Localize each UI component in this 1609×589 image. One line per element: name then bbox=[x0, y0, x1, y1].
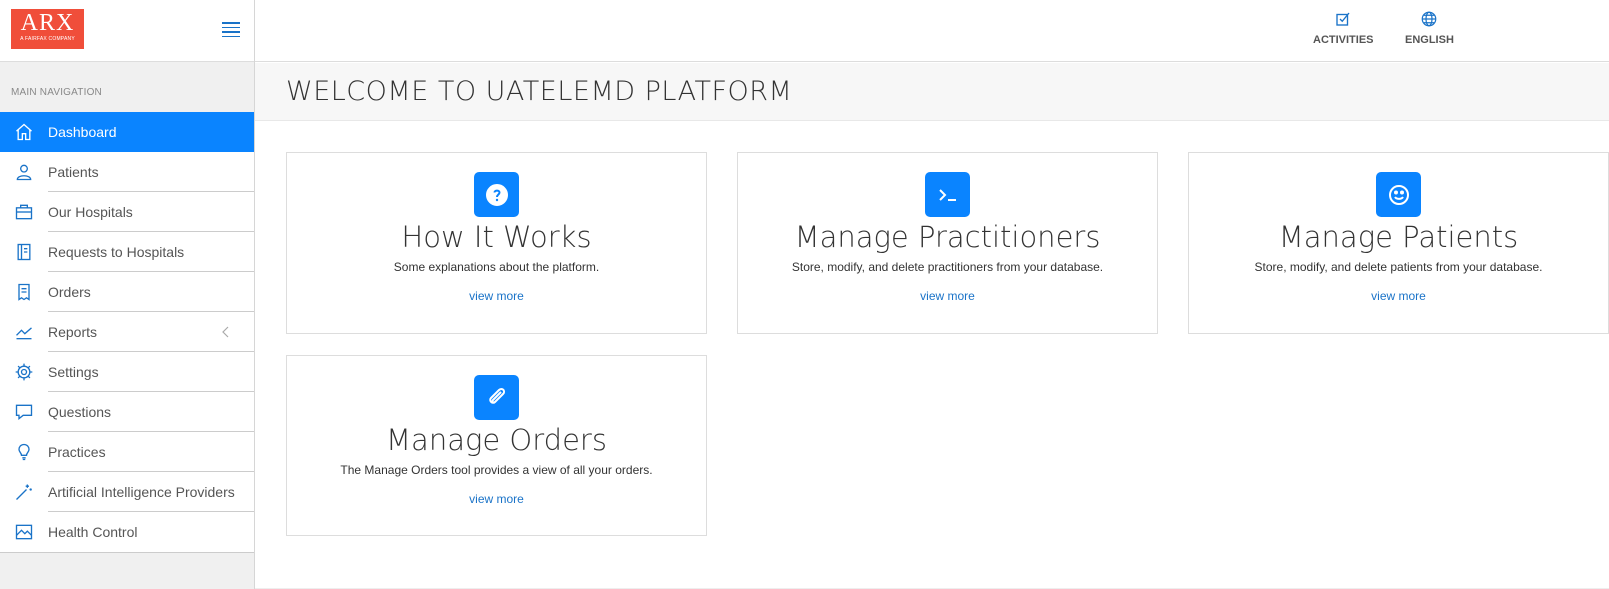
chart-icon bbox=[0, 322, 48, 342]
language-label: ENGLISH bbox=[1405, 34, 1454, 46]
sidebar-item-questions[interactable]: Questions bbox=[0, 392, 254, 432]
notebook-icon bbox=[0, 242, 48, 262]
sidebar-item-label: Practices bbox=[48, 432, 254, 472]
question-icon bbox=[474, 172, 519, 217]
activities-label: ACTIVITIES bbox=[1313, 34, 1374, 46]
card-description: Store, modify, and delete practitioners … bbox=[791, 260, 1104, 274]
logo[interactable]: ARX A FAIRFAX COMPANY bbox=[11, 9, 84, 49]
title-bar: WELCOME TO UATELEMD PLATFORM bbox=[255, 63, 1609, 121]
gear-icon bbox=[0, 362, 48, 382]
card-title: Manage Patients bbox=[1278, 220, 1519, 254]
paperclip-icon bbox=[474, 375, 519, 420]
card-how-it-works: How It Works Some explanations about the… bbox=[286, 152, 707, 334]
card-description: Some explanations about the platform. bbox=[393, 260, 600, 274]
sidebar-item-hospitals[interactable]: Our Hospitals bbox=[0, 192, 254, 232]
nav-header: MAIN NAVIGATION bbox=[11, 87, 102, 98]
bulb-icon bbox=[0, 442, 48, 462]
card-manage-practitioners: Manage Practitioners Store, modify, and … bbox=[737, 152, 1158, 334]
card-manage-orders: Manage Orders The Manage Orders tool pro… bbox=[286, 355, 707, 536]
nav-list: Dashboard Patients Our Hospitals Request… bbox=[0, 112, 254, 552]
sidebar-item-label: Requests to Hospitals bbox=[48, 232, 254, 272]
sidebar-item-health-control[interactable]: Health Control bbox=[0, 512, 254, 552]
sidebar-item-label: Artificial Intelligence Providers bbox=[48, 472, 254, 512]
sidebar-item-label: Settings bbox=[48, 352, 254, 392]
home-icon bbox=[0, 122, 48, 142]
sidebar: ARX A FAIRFAX COMPANY MAIN NAVIGATION Da… bbox=[0, 0, 255, 589]
topbar: ACTIVITIES ENGLISH bbox=[255, 0, 1609, 62]
card-title: How It Works bbox=[401, 220, 592, 254]
sidebar-item-settings[interactable]: Settings bbox=[0, 352, 254, 392]
sidebar-item-orders[interactable]: Orders bbox=[0, 272, 254, 312]
logo-text: ARX bbox=[20, 10, 75, 36]
sidebar-item-patients[interactable]: Patients bbox=[0, 152, 254, 192]
chat-icon bbox=[0, 402, 48, 422]
wand-icon bbox=[0, 482, 48, 502]
divider bbox=[0, 552, 254, 553]
receipt-icon bbox=[0, 282, 48, 302]
view-more-link[interactable]: view more bbox=[1371, 289, 1426, 303]
terminal-icon bbox=[925, 172, 970, 217]
sidebar-item-label: Patients bbox=[48, 152, 254, 192]
language-button[interactable]: ENGLISH bbox=[1405, 10, 1454, 46]
sidebar-item-label: Questions bbox=[48, 392, 254, 432]
main-content: WELCOME TO UATELEMD PLATFORM How It Work… bbox=[255, 63, 1609, 589]
sidebar-item-label: Health Control bbox=[48, 524, 138, 540]
sidebar-item-label: Dashboard bbox=[48, 124, 117, 140]
user-icon bbox=[0, 162, 48, 182]
page-title: WELCOME TO UATELEMD PLATFORM bbox=[286, 76, 793, 107]
logo-bar: ARX A FAIRFAX COMPANY bbox=[0, 0, 254, 62]
chevron-left-icon[interactable] bbox=[220, 325, 232, 338]
sidebar-item-label: Orders bbox=[48, 272, 254, 312]
sidebar-item-dashboard[interactable]: Dashboard bbox=[0, 112, 254, 152]
card-title: Manage Orders bbox=[386, 423, 607, 457]
image-icon bbox=[0, 522, 48, 542]
sidebar-item-reports[interactable]: Reports bbox=[0, 312, 254, 352]
smile-icon bbox=[1376, 172, 1421, 217]
checkbox-icon bbox=[1336, 12, 1350, 26]
card-description: Store, modify, and delete patients from … bbox=[1254, 260, 1543, 274]
view-more-link[interactable]: view more bbox=[469, 492, 524, 506]
sidebar-item-ai-providers[interactable]: Artificial Intelligence Providers bbox=[0, 472, 254, 512]
view-more-link[interactable]: view more bbox=[469, 289, 524, 303]
card-title: Manage Practitioners bbox=[794, 220, 1101, 254]
card-manage-patients: Manage Patients Store, modify, and delet… bbox=[1188, 152, 1609, 334]
menu-toggle-icon[interactable] bbox=[222, 22, 240, 37]
globe-icon bbox=[1422, 11, 1437, 27]
view-more-link[interactable]: view more bbox=[920, 289, 975, 303]
logo-subtext: A FAIRFAX COMPANY bbox=[20, 36, 75, 42]
sidebar-item-requests[interactable]: Requests to Hospitals bbox=[0, 232, 254, 272]
sidebar-item-label: Our Hospitals bbox=[48, 192, 254, 232]
activities-button[interactable]: ACTIVITIES bbox=[1313, 10, 1374, 46]
briefcase-icon bbox=[0, 202, 48, 222]
card-description: The Manage Orders tool provides a view o… bbox=[340, 463, 653, 477]
sidebar-item-practices[interactable]: Practices bbox=[0, 432, 254, 472]
